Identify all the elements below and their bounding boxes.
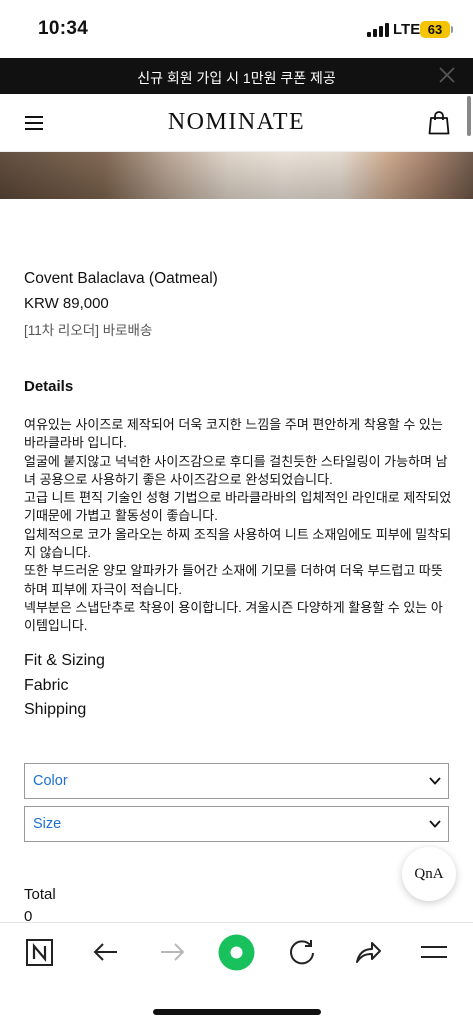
site-logo[interactable]: NOMINATE: [0, 109, 473, 136]
naver-n-icon[interactable]: [25, 937, 55, 967]
close-icon[interactable]: [437, 65, 457, 85]
fit-sizing-link[interactable]: Fit & Sizing: [24, 649, 105, 674]
details-paragraph: 넥부분은 스냅단추로 착용이 용이합니다. 겨울시즌 다양하게 활용할 수 있는…: [24, 599, 443, 634]
refresh-icon[interactable]: [287, 937, 317, 967]
color-select[interactable]: Color: [24, 763, 449, 799]
shopping-bag-icon[interactable]: [428, 111, 450, 135]
back-arrow-icon[interactable]: [91, 937, 121, 967]
info-links: Fit & Sizing Fabric Shipping: [24, 649, 105, 723]
shipping-link[interactable]: Shipping: [24, 698, 105, 723]
signal-icon: [367, 23, 389, 37]
color-select-label: Color: [33, 773, 68, 789]
green-dot-icon[interactable]: [218, 934, 255, 971]
details-paragraph: 입체적으로 코가 올라오는 하찌 조직을 사용하여 니트 소재임에도 피부에 밀…: [24, 526, 452, 561]
fabric-link[interactable]: Fabric: [24, 674, 105, 699]
battery-icon: 63: [420, 21, 450, 38]
details-paragraph: 또한 부드러운 양모 알파카가 들어간 소재에 기모를 더하여 더욱 부드럽고 …: [24, 563, 443, 597]
product-image[interactable]: [0, 152, 473, 199]
site-header: NOMINATE: [0, 94, 473, 152]
chevron-down-icon: [429, 777, 441, 785]
home-indicator: [153, 1009, 321, 1015]
qna-button[interactable]: QnA: [402, 847, 456, 901]
size-select[interactable]: Size: [24, 806, 449, 842]
total-label: Total: [24, 886, 56, 903]
network-label: LTE: [393, 21, 421, 38]
product-shipping-note: [11차 리오더] 바로배송: [24, 323, 153, 338]
promo-text: 신규 회원 가입 시 1만원 쿠폰 제공: [137, 70, 336, 86]
product-name: Covent Balaclava (Oatmeal): [24, 270, 218, 287]
details-paragraph: 고급 니트 편직 기술인 성형 기법으로 바라클라바의 입체적인 라인대로 제작…: [24, 490, 452, 524]
share-icon[interactable]: [353, 937, 383, 967]
menu-lines-icon[interactable]: [419, 937, 449, 967]
status-time: 10:34: [38, 18, 89, 39]
promo-banner[interactable]: 신규 회원 가입 시 1만원 쿠폰 제공: [0, 58, 473, 94]
details-paragraph: 얼굴에 붙지않고 넉넉한 사이즈감으로 후디를 걸친듯한 스타일링이 가능하며 …: [24, 453, 448, 487]
details-description: 여유있는 사이즈로 제작되어 더욱 코지한 느낌을 주며 편안하게 착용할 수 …: [24, 416, 452, 636]
battery-tip: [451, 26, 453, 33]
chevron-down-icon: [429, 820, 441, 828]
details-title: Details: [24, 378, 74, 395]
size-select-label: Size: [33, 816, 62, 832]
details-paragraph: 여유있는 사이즈로 제작되어 더욱 코지한 느낌을 주며 편안하게 착용할 수 …: [24, 417, 443, 451]
product-price: KRW 89,000: [24, 295, 109, 312]
forward-arrow-icon[interactable]: [157, 937, 187, 967]
status-bar: 10:34 LTE 63: [0, 0, 473, 58]
scroll-indicator: [467, 96, 471, 136]
